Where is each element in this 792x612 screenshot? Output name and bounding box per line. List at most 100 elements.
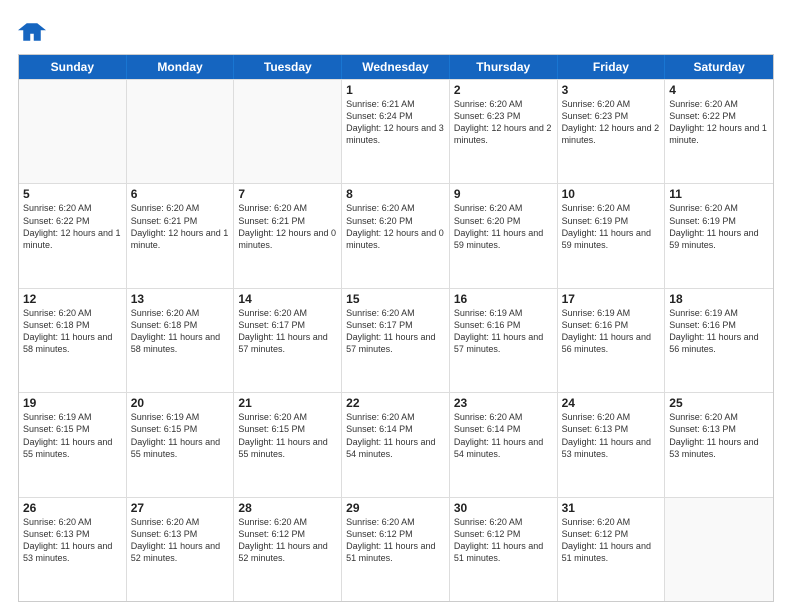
- calendar-day-4: 4Sunrise: 6:20 AMSunset: 6:22 PMDaylight…: [665, 80, 773, 183]
- calendar-day-23: 23Sunrise: 6:20 AMSunset: 6:14 PMDayligh…: [450, 393, 558, 496]
- day-number: 11: [669, 187, 769, 201]
- calendar-day-2: 2Sunrise: 6:20 AMSunset: 6:23 PMDaylight…: [450, 80, 558, 183]
- day-number: 8: [346, 187, 445, 201]
- calendar-body: 1Sunrise: 6:21 AMSunset: 6:24 PMDaylight…: [19, 79, 773, 601]
- calendar-day-8: 8Sunrise: 6:20 AMSunset: 6:20 PMDaylight…: [342, 184, 450, 287]
- calendar-day-14: 14Sunrise: 6:20 AMSunset: 6:17 PMDayligh…: [234, 289, 342, 392]
- calendar-week-4: 19Sunrise: 6:19 AMSunset: 6:15 PMDayligh…: [19, 392, 773, 496]
- day-info: Sunrise: 6:19 AMSunset: 6:16 PMDaylight:…: [562, 307, 661, 356]
- calendar-day-empty: [234, 80, 342, 183]
- calendar-day-3: 3Sunrise: 6:20 AMSunset: 6:23 PMDaylight…: [558, 80, 666, 183]
- header-day-sunday: Sunday: [19, 55, 127, 79]
- day-number: 4: [669, 83, 769, 97]
- calendar-day-13: 13Sunrise: 6:20 AMSunset: 6:18 PMDayligh…: [127, 289, 235, 392]
- day-number: 20: [131, 396, 230, 410]
- day-info: Sunrise: 6:20 AMSunset: 6:14 PMDaylight:…: [346, 411, 445, 460]
- page: SundayMondayTuesdayWednesdayThursdayFrid…: [0, 0, 792, 612]
- calendar-week-1: 1Sunrise: 6:21 AMSunset: 6:24 PMDaylight…: [19, 79, 773, 183]
- day-number: 25: [669, 396, 769, 410]
- header-day-friday: Friday: [558, 55, 666, 79]
- day-info: Sunrise: 6:20 AMSunset: 6:20 PMDaylight:…: [346, 202, 445, 251]
- day-number: 3: [562, 83, 661, 97]
- calendar-day-28: 28Sunrise: 6:20 AMSunset: 6:12 PMDayligh…: [234, 498, 342, 601]
- calendar-header: SundayMondayTuesdayWednesdayThursdayFrid…: [19, 55, 773, 79]
- calendar-day-24: 24Sunrise: 6:20 AMSunset: 6:13 PMDayligh…: [558, 393, 666, 496]
- calendar-week-5: 26Sunrise: 6:20 AMSunset: 6:13 PMDayligh…: [19, 497, 773, 601]
- calendar-day-empty: [19, 80, 127, 183]
- day-number: 15: [346, 292, 445, 306]
- day-number: 17: [562, 292, 661, 306]
- day-info: Sunrise: 6:21 AMSunset: 6:24 PMDaylight:…: [346, 98, 445, 147]
- calendar-day-empty: [127, 80, 235, 183]
- day-info: Sunrise: 6:20 AMSunset: 6:18 PMDaylight:…: [131, 307, 230, 356]
- day-info: Sunrise: 6:20 AMSunset: 6:19 PMDaylight:…: [669, 202, 769, 251]
- calendar-day-19: 19Sunrise: 6:19 AMSunset: 6:15 PMDayligh…: [19, 393, 127, 496]
- calendar: SundayMondayTuesdayWednesdayThursdayFrid…: [18, 54, 774, 602]
- calendar-week-2: 5Sunrise: 6:20 AMSunset: 6:22 PMDaylight…: [19, 183, 773, 287]
- day-info: Sunrise: 6:20 AMSunset: 6:21 PMDaylight:…: [238, 202, 337, 251]
- day-info: Sunrise: 6:20 AMSunset: 6:12 PMDaylight:…: [562, 516, 661, 565]
- day-info: Sunrise: 6:20 AMSunset: 6:17 PMDaylight:…: [346, 307, 445, 356]
- day-info: Sunrise: 6:20 AMSunset: 6:23 PMDaylight:…: [562, 98, 661, 147]
- day-info: Sunrise: 6:20 AMSunset: 6:14 PMDaylight:…: [454, 411, 553, 460]
- day-info: Sunrise: 6:19 AMSunset: 6:15 PMDaylight:…: [131, 411, 230, 460]
- day-number: 28: [238, 501, 337, 515]
- day-info: Sunrise: 6:20 AMSunset: 6:13 PMDaylight:…: [23, 516, 122, 565]
- calendar-day-21: 21Sunrise: 6:20 AMSunset: 6:15 PMDayligh…: [234, 393, 342, 496]
- calendar-day-30: 30Sunrise: 6:20 AMSunset: 6:12 PMDayligh…: [450, 498, 558, 601]
- day-number: 22: [346, 396, 445, 410]
- day-info: Sunrise: 6:20 AMSunset: 6:20 PMDaylight:…: [454, 202, 553, 251]
- day-number: 13: [131, 292, 230, 306]
- day-info: Sunrise: 6:20 AMSunset: 6:21 PMDaylight:…: [131, 202, 230, 251]
- day-info: Sunrise: 6:20 AMSunset: 6:18 PMDaylight:…: [23, 307, 122, 356]
- calendar-day-26: 26Sunrise: 6:20 AMSunset: 6:13 PMDayligh…: [19, 498, 127, 601]
- calendar-day-5: 5Sunrise: 6:20 AMSunset: 6:22 PMDaylight…: [19, 184, 127, 287]
- calendar-day-16: 16Sunrise: 6:19 AMSunset: 6:16 PMDayligh…: [450, 289, 558, 392]
- calendar-day-25: 25Sunrise: 6:20 AMSunset: 6:13 PMDayligh…: [665, 393, 773, 496]
- day-number: 10: [562, 187, 661, 201]
- day-number: 14: [238, 292, 337, 306]
- calendar-day-7: 7Sunrise: 6:20 AMSunset: 6:21 PMDaylight…: [234, 184, 342, 287]
- calendar-day-18: 18Sunrise: 6:19 AMSunset: 6:16 PMDayligh…: [665, 289, 773, 392]
- day-info: Sunrise: 6:20 AMSunset: 6:22 PMDaylight:…: [669, 98, 769, 147]
- header-day-thursday: Thursday: [450, 55, 558, 79]
- day-number: 2: [454, 83, 553, 97]
- day-info: Sunrise: 6:20 AMSunset: 6:17 PMDaylight:…: [238, 307, 337, 356]
- day-info: Sunrise: 6:20 AMSunset: 6:22 PMDaylight:…: [23, 202, 122, 251]
- day-number: 27: [131, 501, 230, 515]
- header: [18, 18, 774, 46]
- day-number: 23: [454, 396, 553, 410]
- day-number: 26: [23, 501, 122, 515]
- day-number: 31: [562, 501, 661, 515]
- calendar-day-6: 6Sunrise: 6:20 AMSunset: 6:21 PMDaylight…: [127, 184, 235, 287]
- day-number: 18: [669, 292, 769, 306]
- day-number: 29: [346, 501, 445, 515]
- calendar-day-31: 31Sunrise: 6:20 AMSunset: 6:12 PMDayligh…: [558, 498, 666, 601]
- header-day-monday: Monday: [127, 55, 235, 79]
- day-info: Sunrise: 6:20 AMSunset: 6:15 PMDaylight:…: [238, 411, 337, 460]
- day-number: 9: [454, 187, 553, 201]
- header-day-wednesday: Wednesday: [342, 55, 450, 79]
- calendar-day-15: 15Sunrise: 6:20 AMSunset: 6:17 PMDayligh…: [342, 289, 450, 392]
- day-info: Sunrise: 6:20 AMSunset: 6:13 PMDaylight:…: [562, 411, 661, 460]
- day-number: 19: [23, 396, 122, 410]
- calendar-day-29: 29Sunrise: 6:20 AMSunset: 6:12 PMDayligh…: [342, 498, 450, 601]
- day-info: Sunrise: 6:19 AMSunset: 6:16 PMDaylight:…: [454, 307, 553, 356]
- logo-icon: [18, 18, 46, 46]
- calendar-week-3: 12Sunrise: 6:20 AMSunset: 6:18 PMDayligh…: [19, 288, 773, 392]
- day-number: 12: [23, 292, 122, 306]
- calendar-day-27: 27Sunrise: 6:20 AMSunset: 6:13 PMDayligh…: [127, 498, 235, 601]
- calendar-day-11: 11Sunrise: 6:20 AMSunset: 6:19 PMDayligh…: [665, 184, 773, 287]
- day-info: Sunrise: 6:19 AMSunset: 6:15 PMDaylight:…: [23, 411, 122, 460]
- day-number: 6: [131, 187, 230, 201]
- day-number: 24: [562, 396, 661, 410]
- calendar-day-17: 17Sunrise: 6:19 AMSunset: 6:16 PMDayligh…: [558, 289, 666, 392]
- calendar-day-9: 9Sunrise: 6:20 AMSunset: 6:20 PMDaylight…: [450, 184, 558, 287]
- day-number: 30: [454, 501, 553, 515]
- day-info: Sunrise: 6:20 AMSunset: 6:23 PMDaylight:…: [454, 98, 553, 147]
- day-info: Sunrise: 6:19 AMSunset: 6:16 PMDaylight:…: [669, 307, 769, 356]
- day-info: Sunrise: 6:20 AMSunset: 6:13 PMDaylight:…: [131, 516, 230, 565]
- header-day-tuesday: Tuesday: [234, 55, 342, 79]
- day-number: 16: [454, 292, 553, 306]
- calendar-day-1: 1Sunrise: 6:21 AMSunset: 6:24 PMDaylight…: [342, 80, 450, 183]
